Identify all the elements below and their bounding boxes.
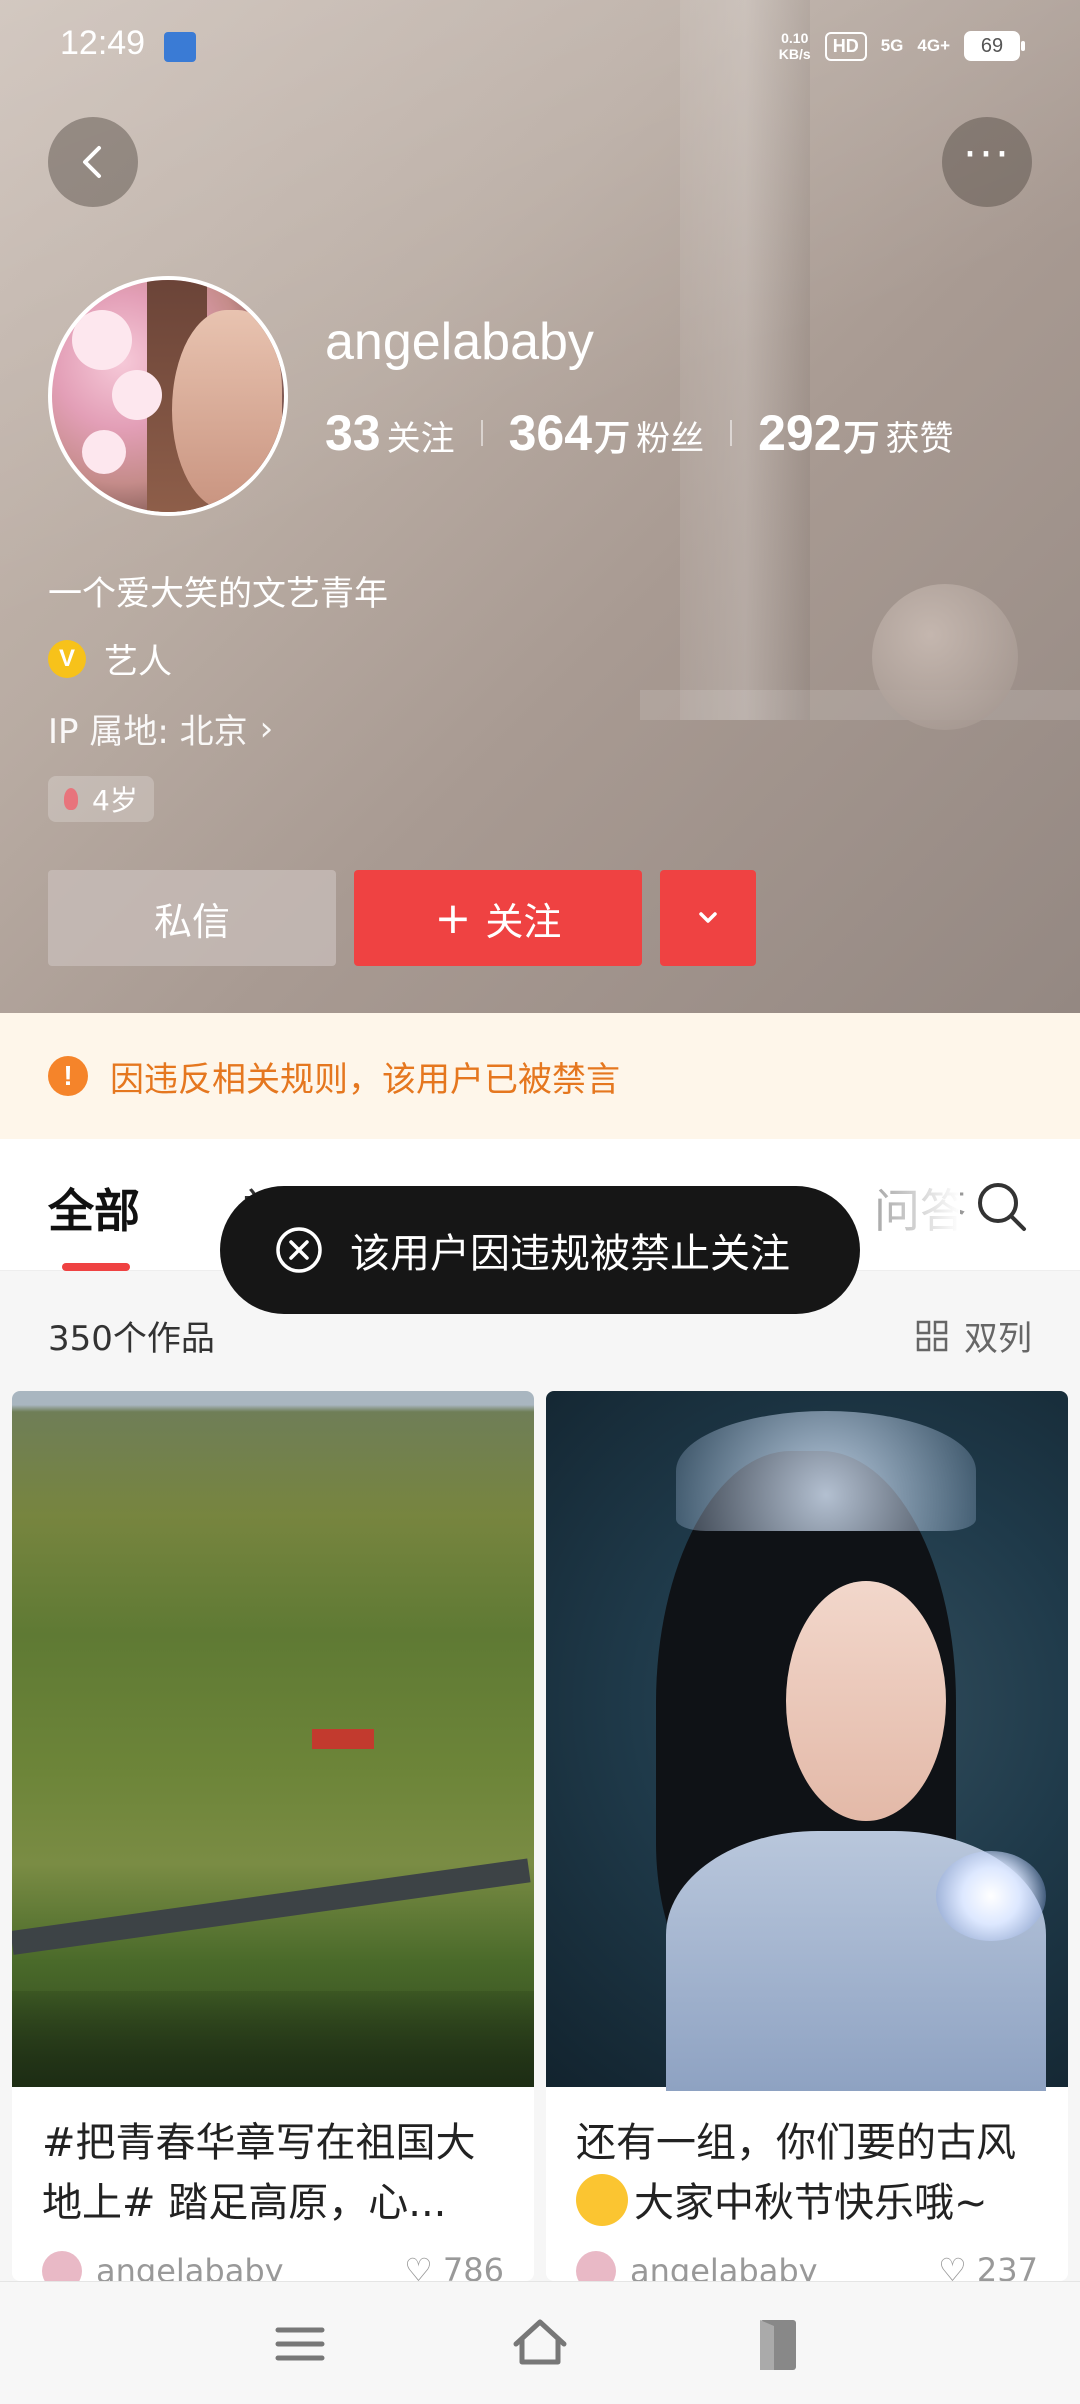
author-avatar xyxy=(42,2251,82,2281)
layout-toggle-label: 双列 xyxy=(964,1319,1032,1359)
stat-divider xyxy=(480,420,483,446)
card-likes: ♡ 786 xyxy=(404,2251,504,2281)
network-speed: 0.10 KB/s xyxy=(778,30,811,62)
card-title: #把青春华章写在祖国大地上# 踏足高原，心... xyxy=(42,2120,476,2226)
card-image xyxy=(546,1391,1068,2091)
menu-icon[interactable] xyxy=(268,2312,332,2376)
ban-notice-text: 因违反相关规则，该用户已被禁言 xyxy=(110,1059,620,1100)
age-badge: 4岁 xyxy=(48,776,154,822)
status-indicators: 0.10 KB/s HD 5G 4G+ 69 xyxy=(778,30,1025,62)
toast-message: 该用户因违规被禁止关注 xyxy=(220,1186,860,1314)
more-button[interactable]: ··· xyxy=(942,117,1032,207)
home-icon[interactable] xyxy=(508,2312,572,2376)
username: angelababy xyxy=(325,313,594,371)
search-icon[interactable] xyxy=(974,1179,1030,1235)
plus-icon: + xyxy=(434,892,472,944)
chevron-down-icon xyxy=(699,912,717,923)
chevron-left-icon xyxy=(83,146,101,178)
following-stat[interactable]: 33 关注 xyxy=(325,404,455,462)
chevron-right-icon: › xyxy=(259,708,274,749)
follow-button[interactable]: + 关注 xyxy=(354,870,642,966)
verified-row: V 艺人 xyxy=(48,634,172,683)
ip-location[interactable]: IP 属地: 北京 › xyxy=(48,704,273,753)
tab-fade xyxy=(860,1139,960,1269)
back-button[interactable] xyxy=(48,117,138,207)
card-likes: ♡ 237 xyxy=(938,2251,1038,2281)
card-author: angelababy xyxy=(576,2251,818,2281)
ip-location-text: IP 属地: 北京 xyxy=(48,712,248,752)
verified-icon: V xyxy=(48,639,86,678)
stat-divider xyxy=(730,420,733,446)
active-tab-indicator xyxy=(62,1263,130,1271)
hd-icon: HD xyxy=(824,31,867,61)
card-image xyxy=(12,1391,534,2087)
app-notification-icon xyxy=(164,32,196,62)
feed-card[interactable]: 还有一组，你们要的古风 大家中秋节快乐哦~ angelababy ♡ 237 xyxy=(546,1391,1068,2281)
works-count: 350个作品 xyxy=(48,1319,215,1359)
close-circle-icon xyxy=(276,1227,322,1273)
recommend-dropdown-button[interactable] xyxy=(660,870,756,966)
feed-card[interactable]: #把青春华章写在祖国大地上# 踏足高原，心... angelababy ♡ 78… xyxy=(12,1391,534,2281)
toast-text: 该用户因违规被禁止关注 xyxy=(350,1231,790,1277)
battery-icon: 69 xyxy=(964,31,1025,61)
profile-stats: 33 关注 364 万 粉丝 292 万 获赞 xyxy=(325,404,954,462)
signal-5g-icon: 5G xyxy=(880,36,904,55)
avatar[interactable] xyxy=(48,276,288,516)
signal-4g-icon: 4G+ xyxy=(917,36,950,55)
status-time: 12:49 xyxy=(60,24,146,62)
more-dots-icon: ··· xyxy=(963,129,1011,180)
layout-toggle-button[interactable]: 双列 xyxy=(916,1311,1032,1360)
warning-icon: ! xyxy=(48,1056,88,1096)
gender-icon xyxy=(64,788,78,810)
message-button-label: 私信 xyxy=(153,899,230,944)
age-text: 4岁 xyxy=(92,784,138,817)
heart-icon: ♡ xyxy=(404,2251,443,2281)
profile-bio: 一个爱大笑的文艺青年 xyxy=(48,574,388,614)
card-title: 还有一组，你们要的古风 大家中秋节快乐哦~ xyxy=(576,2120,1016,2226)
grid-icon xyxy=(916,1320,948,1351)
card-author: angelababy xyxy=(42,2251,284,2281)
system-nav-bar xyxy=(0,2281,1080,2404)
followers-stat[interactable]: 364 万 粉丝 xyxy=(509,404,704,462)
back-nav-icon[interactable] xyxy=(748,2312,812,2376)
message-button[interactable]: 私信 xyxy=(48,870,336,966)
follow-button-label: 关注 xyxy=(485,899,562,944)
laughing-emoji-icon xyxy=(576,2174,628,2226)
likes-stat[interactable]: 292 万 获赞 xyxy=(758,404,953,462)
verified-label: 艺人 xyxy=(104,642,172,682)
ban-notice: ! 因违反相关规则，该用户已被禁言 xyxy=(0,1013,1080,1139)
author-name: angelababy xyxy=(630,2252,818,2281)
author-avatar xyxy=(576,2251,616,2281)
heart-icon: ♡ xyxy=(938,2251,977,2281)
tab-all[interactable]: 全部 xyxy=(48,1175,140,1241)
status-bar: 12:49 0.10 KB/s HD 5G 4G+ 69 xyxy=(0,0,1080,96)
author-name: angelababy xyxy=(96,2252,284,2281)
